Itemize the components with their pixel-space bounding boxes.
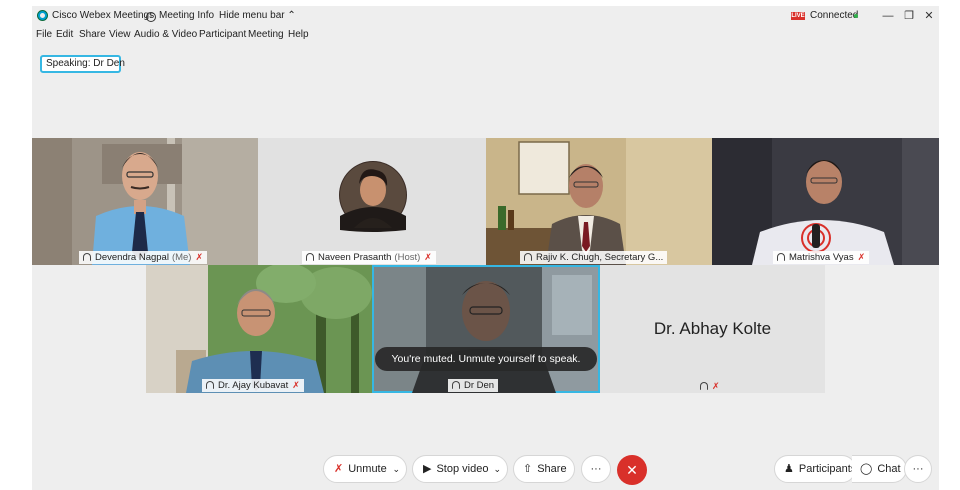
participant-name-tag: Rajiv K. Chugh, Secretary G... [520, 251, 668, 264]
person-icon: ♟ [784, 463, 794, 475]
meeting-info-button[interactable]: i Meeting Info [146, 10, 214, 22]
headset-icon [83, 253, 91, 261]
participants-label: Participants [798, 463, 857, 475]
participant-name: Rajiv K. Chugh, Secretary G... [536, 252, 664, 263]
participant-role: (Me) [171, 252, 192, 263]
participants-button[interactable]: ♟ Participants [774, 455, 856, 483]
menu-view[interactable]: View [109, 29, 131, 40]
app-title: Cisco Webex Meetings [52, 10, 155, 21]
muted-mic-icon: ✗ [857, 252, 866, 262]
video-tile-matrishva[interactable]: Matrishva Vyas ✗ [712, 138, 939, 265]
stop-video-label: Stop video [436, 463, 489, 475]
unmute-button[interactable]: ✗ Unmute ⌄ [323, 455, 407, 483]
participant-name-tag: Naveen Prasanth (Host) ✗ [302, 251, 436, 264]
video-camera-icon: ▶ [423, 463, 432, 475]
live-badge: LIVE [791, 12, 805, 20]
menu-share[interactable]: Share [79, 29, 106, 40]
chat-button[interactable]: ◯ Chat [852, 455, 907, 483]
share-label: Share [537, 463, 567, 475]
headset-icon [306, 253, 314, 261]
muted-mic-icon: ✗ [712, 381, 720, 391]
participant-name: Naveen Prasanth [318, 252, 392, 263]
info-icon: i [146, 12, 156, 22]
meeting-info-label: Meeting Info [159, 10, 215, 21]
participant-video [146, 265, 372, 393]
menu-edit[interactable]: Edit [56, 29, 73, 40]
participant-video [32, 138, 258, 265]
muted-mic-icon: ✗ [195, 252, 204, 262]
headset-icon [700, 382, 708, 390]
video-tile-devendra[interactable]: Devendra Nagpal (Me) ✗ [32, 138, 258, 265]
muted-notification: You're muted. Unmute yourself to speak. [375, 347, 597, 371]
webex-window: Cisco Webex Meetings i Meeting Info Hide … [32, 6, 939, 490]
muted-mic-icon: ✗ [424, 252, 432, 262]
share-button[interactable]: ⇧ Share [513, 455, 575, 483]
menu-audio-video[interactable]: Audio & Video [134, 29, 197, 40]
more-options-button[interactable]: ··· [581, 455, 611, 483]
title-bar: Cisco Webex Meetings i Meeting Info Hide … [32, 6, 939, 26]
headset-icon [206, 381, 214, 389]
muted-mic-icon: ✗ [292, 380, 300, 390]
participant-name-tag: Dr Den [448, 379, 499, 392]
headset-icon [452, 381, 460, 389]
stop-video-button[interactable]: ▶ Stop video ⌄ [412, 455, 508, 483]
restore-button[interactable]: ❐ [901, 8, 917, 24]
participant-name: Dr Den [464, 380, 495, 391]
active-speaker-label: Speaking: Dr Den [40, 55, 125, 73]
minimize-button[interactable]: — [880, 8, 896, 24]
webex-logo-icon [37, 10, 48, 21]
video-tile-naveen[interactable]: Naveen Prasanth (Host) ✗ [258, 138, 486, 265]
video-tile-ajay[interactable]: Dr. Ajay Kubavat ✗ [146, 265, 372, 393]
share-icon: ⇧ [523, 463, 533, 475]
end-meeting-button[interactable]: ✕ [617, 455, 647, 485]
chat-bubble-icon: ◯ [860, 463, 873, 475]
video-tile-abhay[interactable]: Dr. Abhay Kolte ✗ [600, 265, 825, 393]
unmute-label: Unmute [348, 463, 387, 475]
participant-name: Matrishva Vyas [789, 252, 854, 263]
hide-menu-bar-button[interactable]: Hide menu bar ⌃ [219, 10, 296, 21]
muted-mic-icon: ✗ [334, 463, 344, 475]
menu-file[interactable]: File [36, 29, 52, 40]
participant-video [712, 138, 939, 265]
chevron-up-icon: ⌃ [287, 10, 296, 21]
connection-status: Connected [810, 10, 859, 21]
overflow-menu-button[interactable]: ··· [904, 455, 932, 483]
participant-video [374, 267, 598, 393]
chat-label: Chat [877, 463, 901, 475]
menu-help[interactable]: Help [288, 29, 309, 40]
participant-role: (Host) [394, 252, 421, 263]
headset-icon [777, 253, 785, 261]
connected-dot-icon [854, 14, 858, 18]
participant-name: Dr. Ajay Kubavat [218, 380, 289, 391]
participant-video [486, 138, 712, 265]
participant-audio-status: ✗ [700, 381, 720, 392]
video-tile-dr-den[interactable]: Dr Den [372, 265, 600, 393]
menu-meeting[interactable]: Meeting [248, 29, 284, 40]
close-button[interactable]: ✕ [921, 8, 937, 24]
chevron-down-icon[interactable]: ⌄ [493, 456, 501, 482]
participant-avatar [339, 161, 407, 232]
headset-icon [524, 253, 532, 261]
chevron-down-icon[interactable]: ⌄ [392, 456, 400, 482]
video-tile-rajiv[interactable]: Rajiv K. Chugh, Secretary G... [486, 138, 712, 265]
participant-name: Devendra Nagpal [95, 252, 169, 263]
menu-participant[interactable]: Participant [199, 29, 246, 40]
participant-name-tag: Matrishva Vyas ✗ [773, 251, 870, 264]
participant-name-large: Dr. Abhay Kolte [653, 319, 772, 338]
participant-name-tag: Dr. Ajay Kubavat ✗ [202, 379, 304, 392]
participant-name-tag: Devendra Nagpal (Me) ✗ [79, 251, 208, 264]
hide-menu-bar-label: Hide menu bar [219, 10, 285, 21]
